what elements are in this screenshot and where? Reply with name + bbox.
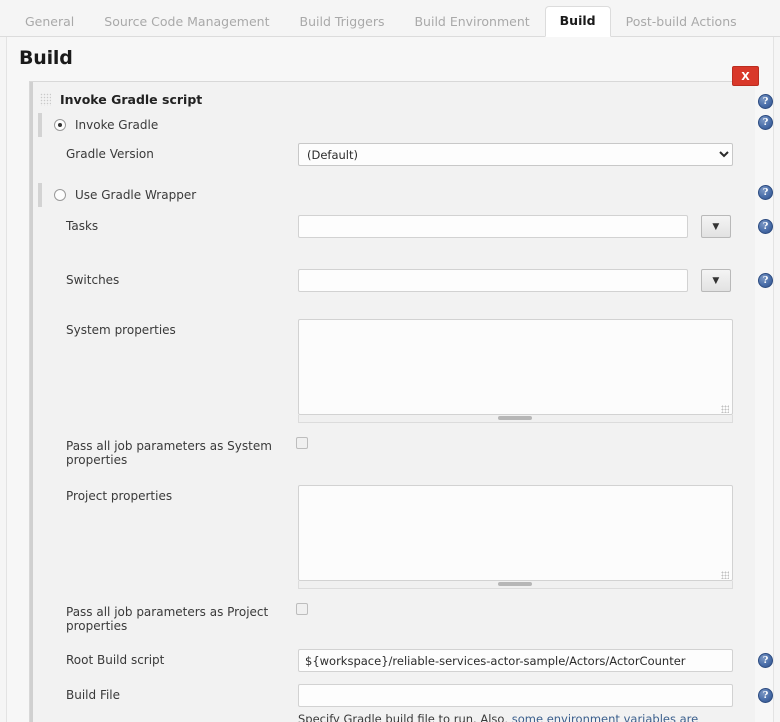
section-title: Invoke Gradle script — [60, 92, 202, 107]
checkbox-pass-project-params[interactable] — [296, 603, 308, 615]
horizontal-scrollbar-project-properties[interactable] — [298, 581, 733, 589]
control-gradle-version: (Default) — [298, 143, 755, 166]
row-switches: Switches ▼ ? — [30, 269, 755, 295]
help-icon-switches[interactable]: ? — [758, 273, 773, 288]
input-tasks[interactable] — [298, 215, 688, 238]
radio-label-invoke-gradle: Invoke Gradle — [75, 118, 158, 132]
row-pass-system-params: Pass all job parameters as System proper… — [30, 435, 755, 467]
label-pass-system-params: Pass all job parameters as System proper… — [30, 435, 296, 467]
help-icon-section[interactable]: ? — [758, 94, 773, 109]
label-build-file: Build File — [30, 684, 298, 702]
label-gradle-version: Gradle Version — [30, 143, 298, 161]
row-system-properties: System properties — [30, 319, 755, 423]
textarea-project-properties[interactable] — [298, 485, 733, 581]
label-project-properties: Project properties — [30, 485, 298, 503]
tab-source-code-management[interactable]: Source Code Management — [89, 7, 284, 38]
tab-post-build-actions[interactable]: Post-build Actions — [611, 7, 752, 38]
control-switches: ▼ ? — [298, 269, 755, 292]
label-system-properties: System properties — [30, 319, 298, 337]
row-gradle-version: Gradle Version (Default) — [30, 143, 755, 169]
control-pass-system-params — [296, 435, 755, 449]
help-text-build-file: Specify Gradle build file to run. Also, … — [298, 707, 734, 722]
radio-label-use-gradle-wrapper: Use Gradle Wrapper — [75, 188, 196, 202]
control-pass-project-params — [296, 601, 755, 615]
textarea-system-properties[interactable] — [298, 319, 733, 415]
build-config-page: Build Invoke Gradle script X ? Invoke Gr… — [6, 37, 774, 722]
project-properties-textarea-wrap — [298, 485, 733, 589]
checkbox-pass-system-params[interactable] — [296, 437, 308, 449]
row-tasks: Tasks ▼ ? — [30, 215, 755, 241]
delete-builder-button[interactable]: X — [732, 66, 759, 86]
help-icon-build-file[interactable]: ? — [758, 688, 773, 703]
section-header: Invoke Gradle script X ? — [30, 82, 755, 113]
radio-row-invoke-gradle[interactable]: Invoke Gradle ? — [30, 113, 755, 137]
control-system-properties — [298, 319, 755, 423]
help-icon-invoke-gradle[interactable]: ? — [758, 115, 773, 130]
control-tasks: ▼ ? — [298, 215, 755, 238]
input-root-build-script[interactable] — [298, 649, 733, 672]
config-tab-bar: General Source Code Management Build Tri… — [0, 0, 780, 37]
switches-dropdown-button[interactable]: ▼ — [701, 269, 731, 292]
nest-accent-bar — [38, 113, 42, 137]
tab-general[interactable]: General — [10, 7, 89, 38]
tasks-dropdown-button[interactable]: ▼ — [701, 215, 731, 238]
row-project-properties: Project properties — [30, 485, 755, 589]
select-gradle-version[interactable]: (Default) — [298, 143, 733, 166]
tab-build[interactable]: Build — [545, 6, 611, 38]
input-switches[interactable] — [298, 269, 688, 292]
row-build-file: Build File ? Specify Gradle build file t… — [30, 684, 755, 722]
control-root-build-script: ? — [298, 649, 755, 672]
radio-row-use-gradle-wrapper[interactable]: Use Gradle Wrapper ? — [30, 183, 755, 207]
tab-build-environment[interactable]: Build Environment — [399, 7, 544, 38]
radio-use-gradle-wrapper[interactable] — [54, 189, 66, 201]
label-root-build-script: Root Build script — [30, 649, 298, 667]
drag-handle-icon[interactable] — [40, 93, 51, 106]
tab-build-triggers[interactable]: Build Triggers — [285, 7, 400, 38]
help-text-build-file-prefix: Specify Gradle build file to run. Also, — [298, 712, 512, 722]
control-project-properties — [298, 485, 755, 589]
row-pass-project-params: Pass all job parameters as Project prope… — [30, 601, 755, 633]
control-build-file: ? Specify Gradle build file to run. Also… — [298, 684, 755, 722]
input-build-file[interactable] — [298, 684, 733, 707]
row-root-build-script: Root Build script ? — [30, 649, 755, 675]
help-icon-tasks[interactable]: ? — [758, 219, 773, 234]
horizontal-scrollbar-system-properties[interactable] — [298, 415, 733, 423]
label-pass-project-params: Pass all job parameters as Project prope… — [30, 601, 296, 633]
nest-accent-bar-2 — [38, 183, 42, 207]
help-icon-root-build-script[interactable]: ? — [758, 653, 773, 668]
label-tasks: Tasks — [30, 215, 298, 233]
help-icon-use-gradle-wrapper[interactable]: ? — [758, 185, 773, 200]
system-properties-textarea-wrap — [298, 319, 733, 423]
invoke-gradle-script-block: Invoke Gradle script X ? Invoke Gradle ?… — [29, 81, 755, 722]
label-switches: Switches — [30, 269, 298, 287]
page-title: Build — [7, 37, 773, 81]
radio-invoke-gradle[interactable] — [54, 119, 66, 131]
